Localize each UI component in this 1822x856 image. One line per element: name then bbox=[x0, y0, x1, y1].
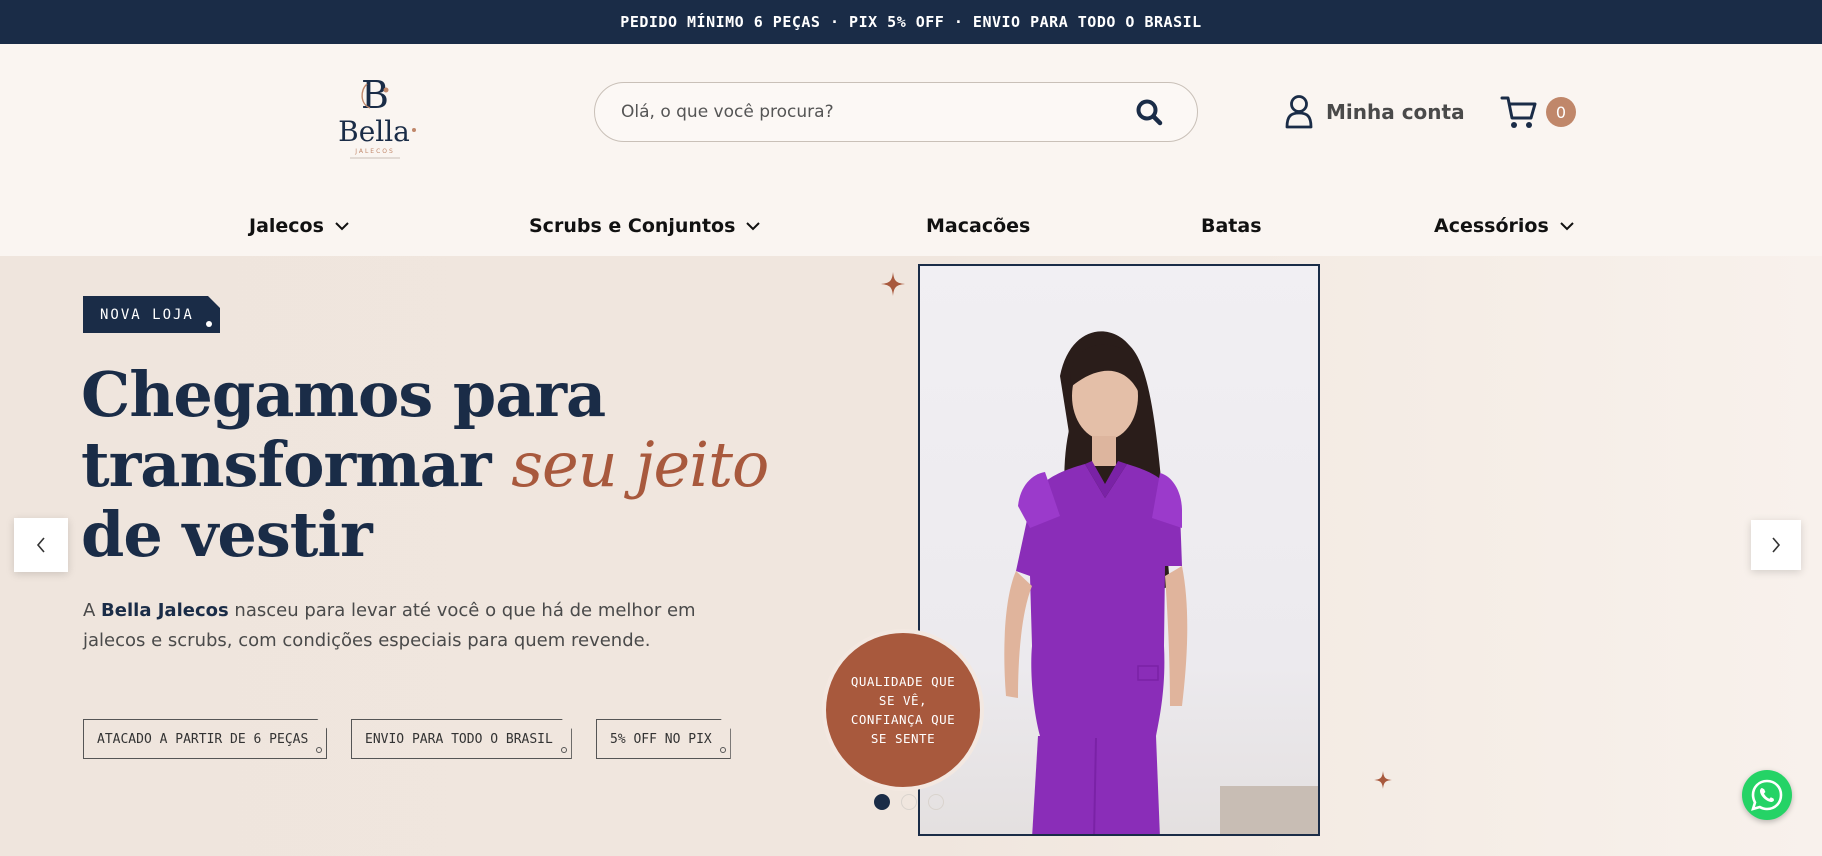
sparkle-icon bbox=[1374, 771, 1392, 789]
whatsapp-icon bbox=[1751, 779, 1783, 811]
nav-item-macacoes[interactable]: Macacões bbox=[926, 206, 1030, 246]
search-icon bbox=[1136, 99, 1163, 126]
brand-logo[interactable]: B Bella JALECOS bbox=[330, 70, 420, 170]
cart-icon bbox=[1500, 96, 1537, 128]
search-button[interactable] bbox=[1129, 92, 1169, 132]
announcement-text: PEDIDO MÍNIMO 6 PEÇAS · PIX 5% OFF · ENV… bbox=[620, 13, 1202, 31]
user-icon bbox=[1285, 95, 1313, 129]
nav-item-acessorios[interactable]: Acessórios bbox=[1434, 206, 1575, 246]
nav-item-label: Scrubs e Conjuntos bbox=[529, 215, 736, 237]
chevron-down-icon bbox=[335, 222, 349, 231]
carousel-dot-3[interactable] bbox=[928, 794, 944, 810]
nav-item-label: Macacões bbox=[926, 215, 1031, 237]
svg-text:B: B bbox=[361, 73, 389, 117]
svg-text:Bella: Bella bbox=[338, 115, 410, 148]
new-store-tag: NOVA LOJA bbox=[83, 296, 220, 333]
feature-chip-pix: 5% OFF NO PIX bbox=[596, 719, 731, 759]
sparkle-icon bbox=[881, 272, 905, 296]
cart-count-badge: 0 bbox=[1546, 97, 1576, 127]
feature-chip-wholesale: ATACADO A PARTIR DE 6 PEÇAS bbox=[83, 719, 327, 759]
nav-item-jalecos[interactable]: Jalecos bbox=[249, 206, 350, 246]
search-input[interactable] bbox=[621, 92, 1129, 132]
chevron-down-icon bbox=[1560, 222, 1574, 231]
nav-item-scrubs[interactable]: Scrubs e Conjuntos bbox=[529, 206, 761, 246]
account-label: Minha conta bbox=[1326, 100, 1465, 124]
carousel-prev-button[interactable] bbox=[14, 518, 68, 572]
hero-headline: Chegamos para transformar seu jeito de v… bbox=[81, 358, 769, 571]
site-header: B Bella JALECOS Minha conta bbox=[0, 44, 1822, 256]
nav-item-batas[interactable]: Batas bbox=[1201, 206, 1262, 246]
quality-seal: QUALIDADE QUE SE VÊ, CONFIANÇA QUE SE SE… bbox=[822, 629, 984, 791]
carousel-dot-2[interactable] bbox=[901, 794, 917, 810]
hero-product-image bbox=[918, 264, 1320, 836]
search-bar bbox=[594, 82, 1198, 142]
nav-item-label: Batas bbox=[1201, 215, 1262, 237]
hero-banner: NOVA LOJA Chegamos para transformar seu … bbox=[0, 256, 1822, 856]
svg-text:JALECOS: JALECOS bbox=[354, 148, 395, 155]
logo-mark: B Bella JALECOS bbox=[338, 73, 416, 159]
announcement-bar: PEDIDO MÍNIMO 6 PEÇAS · PIX 5% OFF · ENV… bbox=[0, 0, 1822, 44]
chevron-down-icon bbox=[746, 222, 761, 231]
nav-item-label: Jalecos bbox=[249, 215, 324, 237]
nav-item-label: Acessórios bbox=[1434, 215, 1549, 237]
carousel-dot-1[interactable] bbox=[874, 794, 890, 810]
chevron-left-icon bbox=[36, 537, 45, 553]
hero-description: A Bella Jalecos nasceu para levar até vo… bbox=[83, 600, 696, 651]
carousel-next-button[interactable] bbox=[1751, 520, 1801, 570]
feature-chip-shipping: ENVIO PARA TODO O BRASIL bbox=[351, 719, 572, 759]
chevron-right-icon bbox=[1772, 537, 1781, 553]
whatsapp-button[interactable] bbox=[1742, 770, 1792, 820]
account-link[interactable]: Minha conta bbox=[1284, 92, 1465, 132]
cart-button[interactable]: 0 bbox=[1500, 94, 1576, 130]
carousel-indicators bbox=[874, 794, 944, 810]
model-illustration bbox=[1004, 331, 1318, 834]
main-nav: Jalecos Scrubs e Conjuntos Macacões Bata… bbox=[0, 206, 1822, 246]
